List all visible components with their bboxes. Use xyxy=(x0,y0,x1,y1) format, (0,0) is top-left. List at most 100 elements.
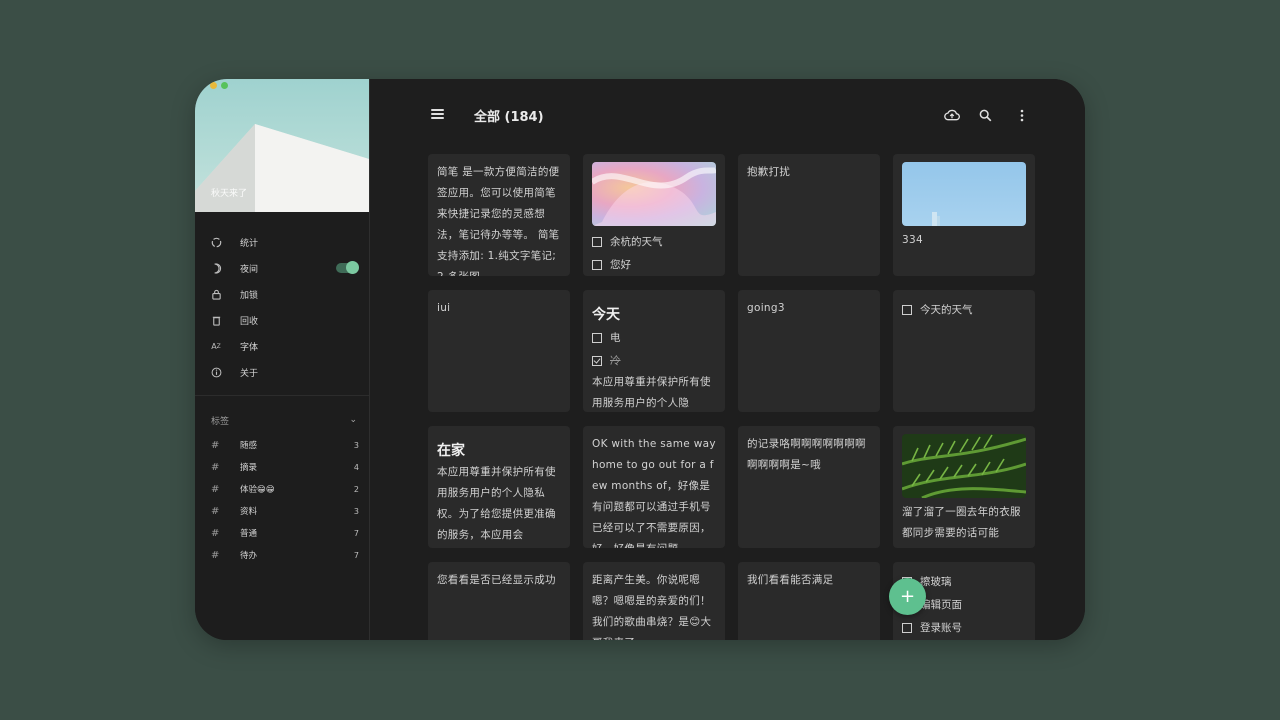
checklist-item[interactable]: 您好 xyxy=(592,253,716,276)
cloud-upload-icon[interactable] xyxy=(944,107,960,123)
menu-icon[interactable] xyxy=(431,109,444,121)
sidebar-item-lock[interactable]: 加锁 xyxy=(195,281,369,307)
note-text: OK with the same way home to go out for … xyxy=(592,438,716,548)
window-zoom-button[interactable] xyxy=(221,82,228,89)
sidebar-item-stats[interactable]: 统计 xyxy=(195,229,369,255)
note-card[interactable]: iui xyxy=(428,290,570,412)
note-text: 本应用尊重并保护所有使用服务用户的个人隐 xyxy=(592,376,711,409)
night-mode-toggle[interactable] xyxy=(336,261,359,274)
sidebar-header-image: 秋天来了 xyxy=(195,79,369,212)
sidebar-menu: 统计 夜间 加锁 回收 AZ 字体 关于 xyxy=(195,229,369,385)
add-note-button[interactable]: + xyxy=(889,578,926,615)
tag-item[interactable]: # 摘录 4 xyxy=(195,456,369,478)
sidebar-item-about[interactable]: 关于 xyxy=(195,359,369,385)
checklist-item[interactable]: 余杭的天气 xyxy=(592,230,716,253)
note-card[interactable]: 今天 电 冷 本应用尊重并保护所有使用服务用户的个人隐 xyxy=(583,290,725,412)
note-card[interactable]: 今天的天气 xyxy=(893,290,1035,412)
checklist-item-text: 您好 xyxy=(610,259,631,271)
note-text: 距离产生美。你说呢嗯嗯？嗯嗯是的亲爱的们！我们的歌曲串烧？是😊大哥我来了 xyxy=(592,574,712,640)
note-text: 简笔 是一款方便简洁的便签应用。您可以使用简笔来快捷记录您的灵感想法，笔记待办等… xyxy=(437,166,560,276)
checkbox[interactable] xyxy=(902,304,912,315)
tag-item[interactable]: # 体验😁😁 2 xyxy=(195,478,369,500)
note-card[interactable]: 我们看看能否满足 xyxy=(738,562,880,640)
note-image xyxy=(902,162,1026,226)
checklist-item-text: 今天的天气 xyxy=(920,304,973,316)
moon-icon xyxy=(210,262,222,274)
lock-icon xyxy=(210,288,222,300)
sidebar-item-label: 字体 xyxy=(240,342,259,353)
page-title: 全部 (184) xyxy=(474,110,544,125)
note-card[interactable]: 的记录咯啊啊啊啊啊啊啊啊啊啊啊是~哦 xyxy=(738,426,880,548)
tag-label: 体验😁😁 xyxy=(240,485,275,495)
notes-main: 全部 (184) 简笔 是一款方便简洁的便签应用。您可以使用简笔来快捷记录您的灵… xyxy=(370,79,1085,640)
note-card[interactable]: going3 xyxy=(738,290,880,412)
note-card[interactable]: 抱歉打扰 xyxy=(738,154,880,276)
tag-label: 随感 xyxy=(240,441,258,451)
tag-item[interactable]: # 待办 7 xyxy=(195,544,369,566)
tag-item[interactable]: # 随感 3 xyxy=(195,434,369,456)
tag-count: 4 xyxy=(353,462,359,472)
sidebar-item-night[interactable]: 夜间 xyxy=(195,255,369,281)
checklist-item[interactable]: 电 xyxy=(592,326,716,349)
plus-icon: + xyxy=(899,586,916,607)
tag-count: 3 xyxy=(353,506,359,516)
sidebar-divider xyxy=(195,395,369,396)
search-icon[interactable] xyxy=(977,107,993,123)
checklist-item[interactable]: 冷 xyxy=(592,349,716,372)
checkbox[interactable] xyxy=(592,332,602,343)
sidebar-header-caption: 秋天来了 xyxy=(211,189,248,199)
note-text: 334 xyxy=(902,234,923,246)
checklist-item-text: 电 xyxy=(610,332,621,344)
tag-count: 3 xyxy=(353,440,359,450)
sidebar-item-font[interactable]: AZ 字体 xyxy=(195,333,369,359)
sidebar-item-trash[interactable]: 回收 xyxy=(195,307,369,333)
checklist-item[interactable]: 登录账号 xyxy=(902,616,1026,639)
trash-icon xyxy=(210,314,222,326)
tag-count: 7 xyxy=(353,528,359,538)
tag-label: 普通 xyxy=(240,529,258,539)
note-text: 我们看看能否满足 xyxy=(747,574,834,586)
tag-count: 2 xyxy=(353,484,359,494)
note-title: 今天 xyxy=(592,307,620,323)
note-text: 溜了溜了一圈去年的衣服都同步需要的话可能 xyxy=(902,506,1021,539)
top-bar: 全部 (184) xyxy=(370,79,1085,151)
window-minimize-button[interactable] xyxy=(210,82,217,89)
note-card[interactable]: 溜了溜了一圈去年的衣服都同步需要的话可能 xyxy=(893,426,1035,548)
note-text: going3 xyxy=(747,302,785,314)
note-card[interactable]: 在家 本应用尊重并保护所有使用服务用户的个人隐私权。为了给您提供更准确的服务，本… xyxy=(428,426,570,548)
sidebar-item-label: 夜间 xyxy=(240,264,259,275)
note-text: iui xyxy=(437,302,451,314)
tag-label: 摘录 xyxy=(240,463,258,473)
tag-count: 7 xyxy=(353,550,359,560)
note-card[interactable]: 余杭的天气 您好 xyxy=(583,154,725,276)
note-card[interactable]: OK with the same way home to go out for … xyxy=(583,426,725,548)
note-card[interactable]: 您看看是否已经显示成功 xyxy=(428,562,570,640)
note-card[interactable]: 距离产生美。你说呢嗯嗯？嗯嗯是的亲爱的们！我们的歌曲串烧？是😊大哥我来了 xyxy=(583,562,725,640)
checklist-item[interactable]: 今天的天气 xyxy=(902,298,1026,321)
toggle-knob xyxy=(346,261,359,274)
note-image xyxy=(902,434,1026,498)
tag-label: 资料 xyxy=(240,507,258,517)
tag-item[interactable]: # 普通 7 xyxy=(195,522,369,544)
note-title: 在家 xyxy=(437,443,465,459)
checkbox[interactable] xyxy=(902,622,912,633)
checklist-item-text: 冷 xyxy=(610,355,621,367)
tags-header-label: 标签 xyxy=(211,416,230,427)
note-card[interactable]: 简笔 是一款方便简洁的便签应用。您可以使用简笔来快捷记录您的灵感想法，笔记待办等… xyxy=(428,154,570,276)
note-card[interactable]: 334 xyxy=(893,154,1035,276)
hash-icon: # xyxy=(211,549,220,561)
checkbox-checked[interactable] xyxy=(592,355,602,366)
chart-icon xyxy=(210,236,222,248)
checkbox[interactable] xyxy=(592,236,602,247)
hash-icon: # xyxy=(211,527,220,539)
tag-item[interactable]: # 资料 3 xyxy=(195,500,369,522)
app-window: 秋天来了 统计 夜间 加锁 回收 A Z 字体 关于 标签 ⌄ # 随感 3 #… xyxy=(195,79,1085,640)
more-vert-icon[interactable] xyxy=(1014,107,1030,123)
checkbox[interactable] xyxy=(592,259,602,270)
tags-header[interactable]: 标签 ⌄ xyxy=(211,414,357,427)
checklist-item-text: 登录账号 xyxy=(920,622,962,634)
note-text: 您看看是否已经显示成功 xyxy=(437,574,556,586)
hash-icon: # xyxy=(211,439,220,451)
checklist-item-text: 擦玻璃 xyxy=(920,576,952,588)
note-text: 本应用尊重并保护所有使用服务用户的个人隐私权。为了给您提供更准确的服务，本应用会 xyxy=(437,466,556,541)
